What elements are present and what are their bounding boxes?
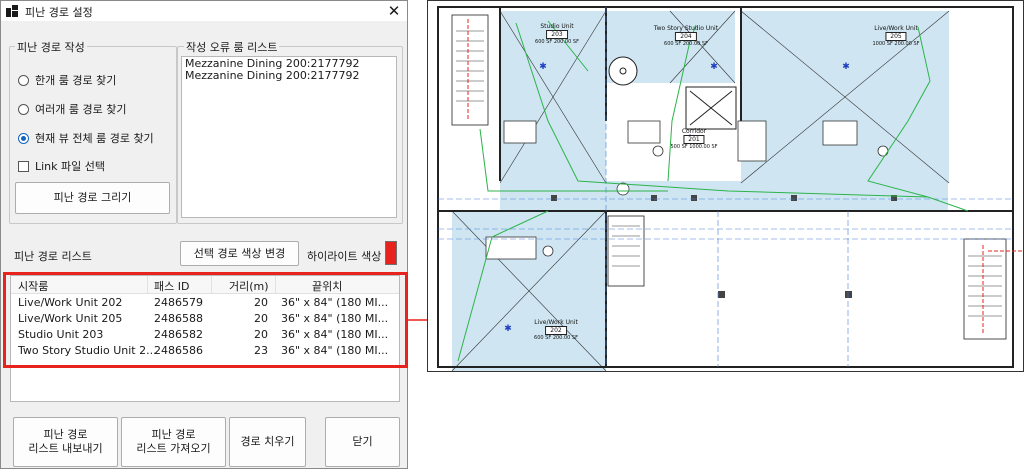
title-bar: 피난 경로 설정 ✕ bbox=[1, 1, 407, 21]
room-tag-area: 600 SF 200.00 SF bbox=[534, 335, 578, 341]
link-file-checkbox[interactable] bbox=[18, 160, 29, 172]
room-tag[interactable]: Two Story Studio Unit 204 600 SF 200.00 SF bbox=[654, 25, 718, 48]
clear-route-button[interactable]: 경로 치우기 bbox=[229, 417, 306, 467]
svg-text:✱: ✱ bbox=[842, 62, 850, 72]
radio-multi-room[interactable]: 여러개 룸 경로 찾기 bbox=[18, 101, 126, 117]
export-button-line2: 리스트 내보내기 bbox=[28, 442, 103, 455]
link-file-label: Link 파일 선택 bbox=[35, 160, 105, 173]
room-tag-number: 205 bbox=[885, 32, 907, 41]
route-list-label: 피난 경로 리스트 bbox=[14, 250, 92, 263]
highlight-color-swatch[interactable] bbox=[385, 241, 397, 265]
room-tag-number: 202 bbox=[545, 326, 567, 335]
room-tag-area: 500 SF 1000.00 SF bbox=[670, 144, 718, 150]
room-tag-name: Corridor bbox=[681, 128, 707, 135]
room-tag-number: 204 bbox=[675, 32, 697, 41]
room-tag[interactable]: Live/Work Unit 205 1000 SF 200.00 SF bbox=[872, 25, 919, 48]
room-tag-name: Studio Unit bbox=[540, 23, 574, 30]
close-icon[interactable]: ✕ bbox=[385, 2, 403, 20]
room-tag-name: Live/Work Unit bbox=[534, 319, 578, 326]
error-room-group-label: 작성 오류 룸 리스트 bbox=[184, 39, 280, 55]
radio-multi-room-label: 여러개 룸 경로 찾기 bbox=[35, 103, 127, 116]
export-route-list-button[interactable]: 피난 경로 리스트 내보내기 bbox=[13, 417, 118, 467]
radio-single-room[interactable]: 한개 룸 경로 찾기 bbox=[18, 72, 116, 88]
radio-multi-room-button[interactable] bbox=[18, 103, 29, 115]
floor-plan-drawing: ✱ ✱ ✱ ✱ ✱ bbox=[437, 6, 1023, 371]
draw-route-button[interactable]: 피난 경로 그리기 bbox=[15, 182, 170, 214]
radio-all-rooms-current-view[interactable]: 현재 뷰 전체 룸 경로 찾기 bbox=[18, 130, 154, 146]
radio-single-room-label: 한개 룸 경로 찾기 bbox=[35, 74, 117, 87]
svg-text:✱: ✱ bbox=[539, 62, 547, 72]
room-tag-name: Two Story Studio Unit bbox=[653, 25, 719, 32]
import-route-list-button[interactable]: 피난 경로 리스트 가져오기 bbox=[121, 417, 226, 467]
window-title: 피난 경로 설정 bbox=[25, 6, 93, 19]
room-tag-name: Live/Work Unit bbox=[874, 25, 918, 32]
radio-all-rooms-button[interactable] bbox=[18, 132, 29, 144]
room-tag[interactable]: Corridor 201 500 SF 1000.00 SF bbox=[670, 128, 717, 151]
room-tag[interactable]: Live/Work Unit 202 600 SF 200.00 SF bbox=[534, 319, 578, 342]
svg-text:✱: ✱ bbox=[504, 324, 512, 334]
room-tag-area: 600 SF 200.00 SF bbox=[535, 39, 579, 45]
app-grid-icon bbox=[6, 5, 18, 17]
list-item[interactable]: Mezzanine Dining 200:2177792 bbox=[185, 70, 393, 82]
close-dialog-button[interactable]: 닫기 bbox=[325, 417, 400, 467]
radio-all-rooms-label: 현재 뷰 전체 룸 경로 찾기 bbox=[35, 132, 154, 145]
svg-text:✱: ✱ bbox=[710, 62, 718, 72]
export-button-line1: 피난 경로 bbox=[43, 428, 88, 441]
room-tag[interactable]: Studio Unit 203 600 SF 200.00 SF bbox=[535, 23, 579, 46]
link-file-checkbox-row[interactable]: Link 파일 선택 bbox=[18, 158, 105, 174]
evacuation-route-dialog: 피난 경로 설정 ✕ 피난 경로 작성 한개 룸 경로 찾기 여러개 룸 경로 … bbox=[0, 0, 408, 469]
room-tag-area: 1000 SF 200.00 SF bbox=[872, 41, 920, 47]
room-tag-number: 201 bbox=[683, 135, 705, 144]
import-button-line2: 리스트 가져오기 bbox=[136, 442, 211, 455]
create-route-group-label: 피난 경로 작성 bbox=[15, 39, 87, 55]
change-route-color-button[interactable]: 선택 경로 색상 변경 bbox=[180, 241, 299, 266]
highlight-color-label: 하이라이트 색상 bbox=[307, 250, 382, 263]
error-room-list[interactable]: Mezzanine Dining 200:2177792 Mezzanine D… bbox=[181, 56, 397, 218]
import-button-line1: 피난 경로 bbox=[151, 428, 196, 441]
floor-plan-view[interactable]: ✱ ✱ ✱ ✱ ✱ Studio Unit203600 SF 200.00 SF… bbox=[427, 0, 1024, 372]
room-tag-number: 203 bbox=[546, 30, 568, 39]
room-tag-area: 600 SF 200.00 SF bbox=[664, 41, 708, 47]
route-list-highlight-box bbox=[3, 272, 408, 368]
radio-single-room-button[interactable] bbox=[18, 74, 29, 86]
